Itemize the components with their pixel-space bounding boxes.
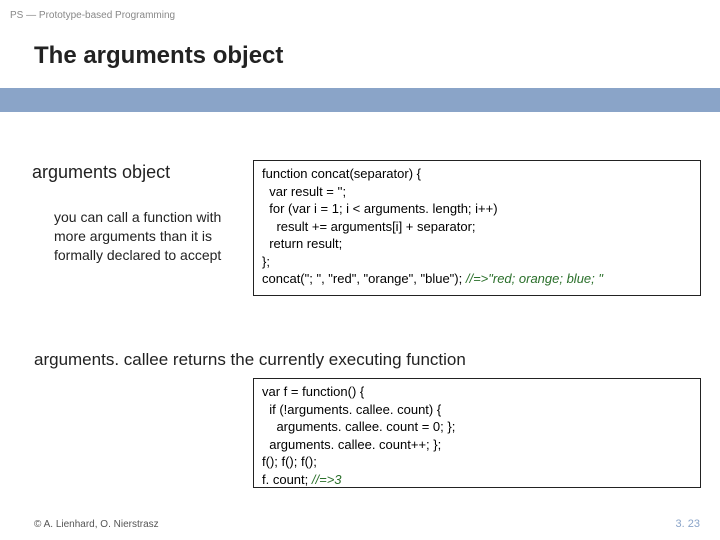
code-line: return result; xyxy=(262,236,342,251)
page-title: The arguments object xyxy=(34,42,283,70)
section-heading-callee: arguments. callee returns the currently … xyxy=(34,350,466,370)
code-line: result += arguments[i] + separator; xyxy=(262,219,476,234)
code-line: arguments. callee. count++; }; xyxy=(262,437,441,452)
footer-copyright: © A. Lienhard, O. Nierstrasz xyxy=(34,519,159,530)
code-block-concat: function concat(separator) { var result … xyxy=(253,160,701,296)
code-line: for (var i = 1; i < arguments. length; i… xyxy=(262,201,498,216)
footer-page-number: 3. 23 xyxy=(676,518,700,530)
title-band xyxy=(0,88,720,112)
code-line: function concat(separator) { xyxy=(262,166,421,181)
section-desc-arguments: you can call a function with more argume… xyxy=(54,208,229,265)
code-line: f(); f(); f(); xyxy=(262,454,317,469)
code-line: arguments. callee. count = 0; }; xyxy=(262,419,455,434)
code-line: concat("; ", "red", "orange", "blue"); xyxy=(262,271,466,286)
code-line: f. count; xyxy=(262,472,312,487)
code-block-callee: var f = function() { if (!arguments. cal… xyxy=(253,378,701,488)
code-comment: //=>3 xyxy=(312,472,342,487)
breadcrumb: PS — Prototype-based Programming xyxy=(10,10,175,21)
section-heading-arguments: arguments object xyxy=(32,162,170,183)
code-comment: //=>"red; orange; blue; " xyxy=(466,271,603,286)
code-line: if (!arguments. callee. count) { xyxy=(262,402,441,417)
code-line: var result = ''; xyxy=(262,184,346,199)
code-line: var f = function() { xyxy=(262,384,364,399)
code-line: }; xyxy=(262,254,270,269)
